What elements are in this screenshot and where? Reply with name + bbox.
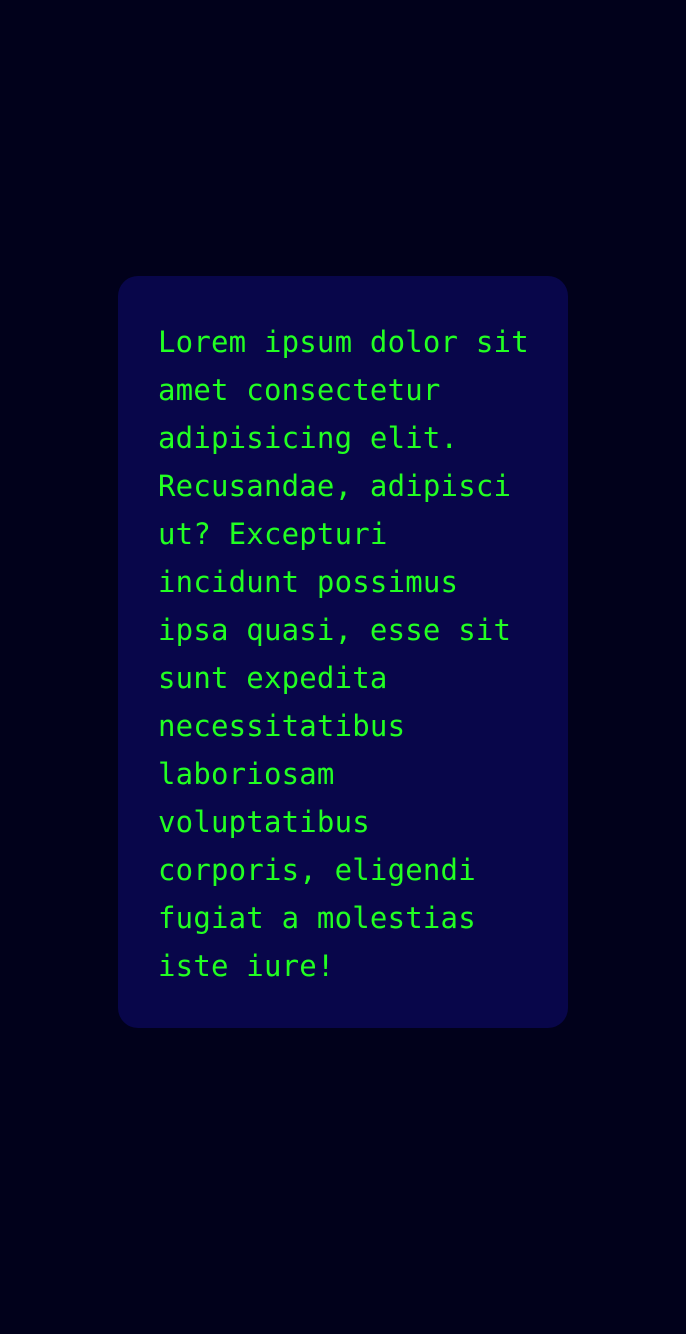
paragraph-line: Recusandae, adipisci (158, 469, 512, 503)
paragraph-line: adipisicing elit. (158, 421, 459, 455)
paragraph-line: laboriosam (158, 757, 335, 791)
paragraph-line: fugiat a molestias (158, 901, 476, 935)
card-paragraph: Lorem ipsum dolor sit amet consectetur a… (158, 318, 529, 990)
paragraph-line: iste iure! (158, 949, 335, 983)
paragraph-line: Lorem ipsum dolor sit (158, 325, 529, 359)
paragraph-line: voluptatibus (158, 805, 370, 839)
paragraph-line: ut? Excepturi (158, 517, 388, 551)
paragraph-line: incidunt possimus (158, 565, 459, 599)
paragraph-line: necessitatibus (158, 709, 406, 743)
paragraph-line: ipsa quasi, esse sit (158, 613, 512, 647)
paragraph-line: amet consectetur (158, 373, 441, 407)
text-card: Lorem ipsum dolor sit amet consectetur a… (118, 276, 568, 1028)
paragraph-line: corporis, eligendi (158, 853, 476, 887)
paragraph-line: sunt expedita (158, 661, 388, 695)
